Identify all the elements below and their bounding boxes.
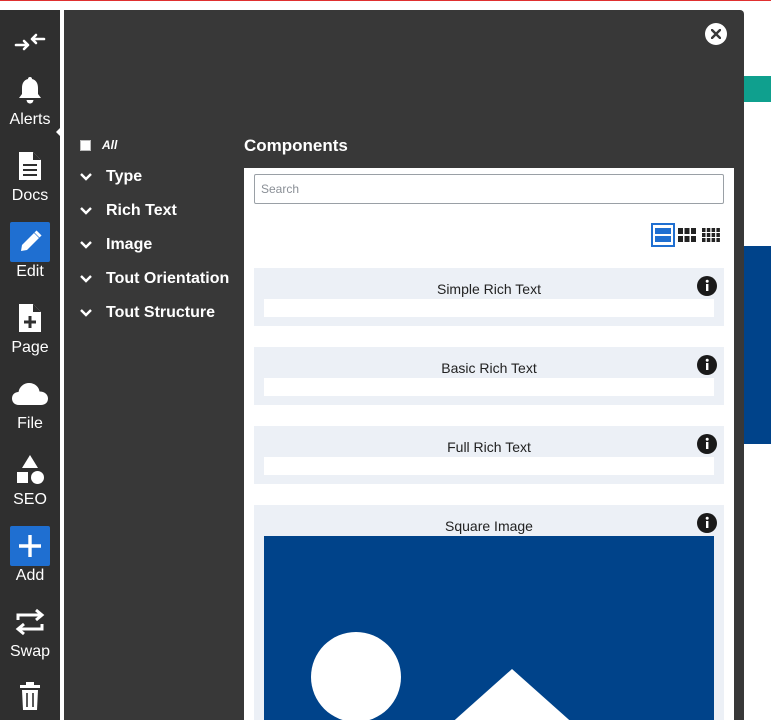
chevron-down-icon <box>78 237 94 253</box>
image-placeholder-icon <box>264 536 714 720</box>
sidebar-item-edit[interactable]: Edit <box>0 222 60 281</box>
background-blue-block <box>744 246 771 444</box>
sidebar-item-swap[interactable]: Swap <box>0 602 60 661</box>
list-view-icon <box>655 228 671 242</box>
filter-image[interactable]: Image <box>78 236 152 254</box>
chevron-down-icon <box>78 271 94 287</box>
collapse-button[interactable] <box>0 22 60 62</box>
filter-all[interactable]: All <box>80 138 117 152</box>
close-icon <box>711 29 721 39</box>
list-view-button[interactable] <box>651 223 675 247</box>
sidebar-item-label: Page <box>11 339 49 356</box>
small-grid-view-button[interactable] <box>699 223 723 247</box>
page-top-border <box>0 0 771 10</box>
info-icon[interactable] <box>697 355 717 375</box>
card-title: Basic Rich Text <box>441 360 537 376</box>
sidebar-item-file[interactable]: File <box>0 374 60 433</box>
component-card-square-image[interactable]: Square Image <box>254 505 724 720</box>
sidebar-item-label: Docs <box>11 187 49 204</box>
filter-label: Rich Text <box>106 202 177 219</box>
chevron-down-icon <box>78 169 94 185</box>
sidebar-item-page[interactable]: Page <box>0 298 60 357</box>
card-title: Full Rich Text <box>447 439 531 455</box>
filter-rich-text[interactable]: Rich Text <box>78 202 177 220</box>
sidebar-item-label: Edit <box>16 263 44 280</box>
all-checkbox[interactable] <box>80 139 91 151</box>
sidebar-item-docs[interactable]: Docs <box>0 146 60 205</box>
component-card-basic-rich-text[interactable]: Basic Rich Text <box>254 347 724 405</box>
sidebar-item-delete[interactable] <box>0 676 60 716</box>
shapes-icon <box>10 450 50 490</box>
info-icon[interactable] <box>697 434 717 454</box>
card-preview <box>264 378 714 396</box>
sidebar-item-label: Add <box>15 567 45 584</box>
sidebar-item-alerts[interactable]: Alerts <box>0 70 60 129</box>
card-preview <box>264 457 714 475</box>
component-card-simple-rich-text[interactable]: Simple Rich Text <box>254 268 724 326</box>
components-list: Simple Rich Text Basic Rich Text Full Ri… <box>244 168 734 720</box>
components-title: Components <box>244 136 348 155</box>
chevron-down-icon <box>78 305 94 321</box>
filter-all-label: All <box>102 138 118 152</box>
search-input[interactable] <box>254 174 724 204</box>
close-button[interactable] <box>705 23 727 45</box>
editor-sidebar: Alerts Docs Edit Page File SEO Add Swap <box>0 10 60 720</box>
background-teal-bar <box>744 76 771 102</box>
trash-icon <box>10 676 50 716</box>
sidebar-item-label: Swap <box>9 643 51 660</box>
filter-tout-orientation[interactable]: Tout Orientation <box>78 270 229 288</box>
filter-label: Type <box>106 168 143 185</box>
card-preview <box>264 299 714 317</box>
filter-label: Tout Structure <box>106 304 216 321</box>
cloud-icon <box>10 374 50 414</box>
pencil-icon <box>10 222 50 262</box>
info-icon[interactable] <box>697 276 717 296</box>
sidebar-item-seo[interactable]: SEO <box>0 450 60 509</box>
plus-icon <box>10 526 50 566</box>
filter-tout-structure[interactable]: Tout Structure <box>78 304 215 322</box>
card-title: Simple Rich Text <box>436 281 541 297</box>
collapse-arrows-icon <box>10 22 50 62</box>
component-card-full-rich-text[interactable]: Full Rich Text <box>254 426 724 484</box>
sidebar-item-label: Alerts <box>9 111 51 128</box>
sidebar-item-label: File <box>17 415 43 432</box>
filter-label: Tout Orientation <box>106 270 230 287</box>
filter-type[interactable]: Type <box>78 168 142 186</box>
grid-view-button[interactable] <box>675 223 699 247</box>
file-plus-icon <box>10 298 50 338</box>
grid-view-icon <box>678 228 696 242</box>
active-pointer-icon <box>56 126 62 138</box>
small-grid-view-icon <box>702 228 720 242</box>
chevron-down-icon <box>78 203 94 219</box>
view-toggle-group <box>651 223 723 247</box>
info-icon[interactable] <box>697 513 717 533</box>
filter-label: Image <box>106 236 153 253</box>
sidebar-item-label: SEO <box>13 491 47 508</box>
swap-icon <box>10 602 50 642</box>
bell-icon <box>10 70 50 110</box>
sidebar-item-add[interactable]: Add <box>0 526 60 585</box>
card-title: Square Image <box>445 518 533 534</box>
document-icon <box>10 146 50 186</box>
